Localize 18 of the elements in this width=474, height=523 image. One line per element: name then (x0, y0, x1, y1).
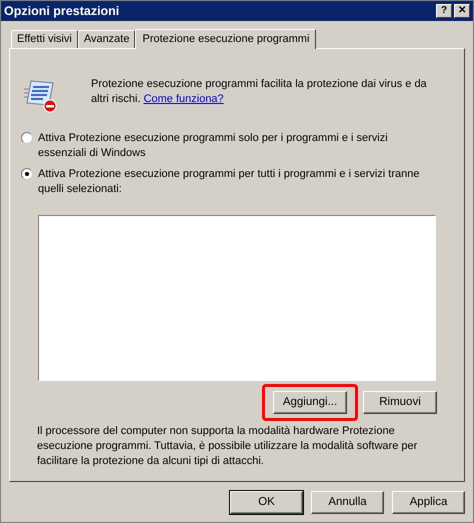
intro-text: Protezione esecuzione programmi facilita la protezione dai virus e da altri rischi. Come funziona? (91, 77, 428, 107)
tab[interactable]: Effetti visivi (11, 30, 78, 48)
remove-button[interactable]: Rimuovi (363, 391, 437, 414)
radio-label[interactable]: Attiva Protezione esecuzione programmi per tutti i programmi e i servizi tranne quelli selezionati: (38, 167, 437, 197)
apply-button[interactable]: Applica (392, 491, 465, 514)
tab[interactable]: Avanzate (78, 30, 136, 48)
close-button[interactable]: ✕ (454, 4, 470, 18)
radio-button[interactable] (21, 168, 33, 180)
help-link[interactable]: Come funziona? (144, 93, 224, 105)
add-button[interactable]: Aggiungi... (273, 391, 347, 414)
tab[interactable]: Protezione esecuzione programmi (135, 29, 316, 49)
ok-button[interactable]: OK (230, 491, 303, 514)
help-button[interactable]: ? (436, 4, 452, 18)
note-text: Il processore del computer non supporta la modalità hardware Protezione esecuzione programmi. Tuttavia, è possibile utilizzare la modalità software per facilitare la protezione da alcuni tipi di attacchi. (37, 424, 418, 469)
radio-button[interactable] (21, 132, 33, 144)
radio-label[interactable]: Attiva Protezione esecuzione programmi solo per i programmi e i servizi essenziali di Windows (38, 131, 437, 161)
cancel-button[interactable]: Annulla (311, 491, 384, 514)
window-title: Opzioni prestazioni (4, 2, 120, 20)
